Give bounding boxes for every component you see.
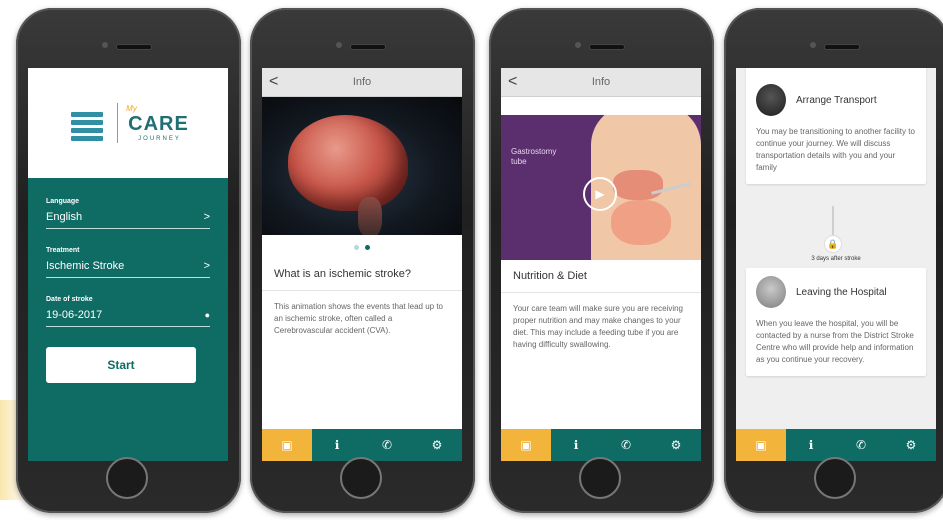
phone-1: My CARE JOURNEY Language English > Treat…: [16, 8, 241, 513]
tab-info[interactable]: ℹ: [786, 429, 836, 461]
language-value: English: [46, 211, 83, 223]
care-journey-logo: My CARE JOURNEY: [126, 104, 189, 142]
brain-image: [288, 115, 408, 211]
treatment-label: Treatment: [46, 247, 80, 254]
brain-stem-image: [358, 197, 382, 235]
logo-divider: [117, 103, 119, 143]
phone-icon: ✆: [855, 438, 867, 452]
transport-avatar: [756, 84, 786, 116]
camera: [336, 42, 342, 48]
back-icon[interactable]: <: [269, 73, 278, 91]
lock-icon: 🔒: [825, 236, 841, 252]
language-field[interactable]: Language English >: [46, 198, 210, 229]
timeline-card-leaving[interactable]: Leaving the Hospital When you leave the …: [746, 268, 926, 376]
briefcase-icon: ▣: [520, 438, 532, 452]
logo-my: My: [126, 104, 137, 113]
settings-panel: Language English > Treatment Ischemic St…: [28, 178, 228, 461]
phone-4-screen: Arrange Transport You may be transitioni…: [736, 68, 936, 461]
gear-icon: ⚙: [670, 438, 682, 452]
speaker: [116, 44, 152, 50]
video-player[interactable]: Gastrostomy tube ▶: [501, 115, 701, 260]
card-title: Leaving the Hospital: [796, 286, 887, 298]
card-body: You may be transitioning to another faci…: [756, 127, 915, 172]
briefcase-icon: ▣: [755, 438, 767, 452]
home-button[interactable]: [579, 457, 621, 499]
phone-2: < Info What is an ischemic stroke? This …: [250, 8, 475, 513]
tab-info[interactable]: ℹ: [551, 429, 601, 461]
back-icon[interactable]: <: [508, 73, 517, 91]
content-heading: Nutrition & Diet: [501, 260, 701, 293]
tab-briefcase[interactable]: ▣: [736, 429, 786, 461]
tab-briefcase[interactable]: ▣: [501, 429, 551, 461]
media-spacer: [501, 97, 701, 115]
language-label: Language: [46, 198, 80, 205]
tab-phone[interactable]: ✆: [601, 429, 651, 461]
phone-2-screen: < Info What is an ischemic stroke? This …: [262, 68, 462, 461]
tab-briefcase[interactable]: ▣: [262, 429, 312, 461]
gear-icon: ⚙: [431, 438, 443, 452]
days-label: 3 days after stroke: [811, 256, 861, 262]
date-of-stroke-field[interactable]: Date of stroke 19-06-2017 ●: [46, 296, 210, 327]
hospital-logo: [67, 98, 107, 148]
play-icon[interactable]: ▶: [583, 177, 617, 211]
logo-journey: JOURNEY: [138, 136, 181, 142]
video-caption: Gastrostomy tube: [511, 147, 557, 166]
camera: [575, 42, 581, 48]
app-logo: My CARE JOURNEY: [28, 68, 228, 178]
phone-1-screen: My CARE JOURNEY Language English > Treat…: [28, 68, 228, 461]
content-heading: What is an ischemic stroke?: [262, 258, 462, 291]
page-dot[interactable]: [354, 245, 359, 250]
screen-title: Info: [352, 76, 372, 88]
date-value: 19-06-2017: [46, 309, 103, 321]
content-body: Your care team will make sure you are re…: [513, 304, 684, 349]
chevron-right-icon: >: [203, 260, 210, 272]
card-body: When you leave the hospital, you will be…: [756, 319, 914, 364]
start-button[interactable]: Start: [46, 347, 196, 383]
tab-settings[interactable]: ⚙: [886, 429, 936, 461]
phone-3-screen: < Info Gastrostomy tube ▶ Nutrition & Di…: [501, 68, 701, 461]
camera: [102, 42, 108, 48]
chevron-right-icon: >: [203, 211, 210, 223]
phone-icon: ✆: [620, 438, 632, 452]
tab-phone[interactable]: ✆: [362, 429, 412, 461]
top-bar: < Info: [262, 68, 462, 97]
content-body: This animation shows the events that lea…: [274, 302, 443, 335]
date-label: Date of stroke: [46, 296, 93, 303]
logo-care: CARE: [128, 113, 189, 135]
speaker: [350, 44, 386, 50]
phone-4: Arrange Transport You may be transitioni…: [724, 8, 943, 513]
home-button[interactable]: [340, 457, 382, 499]
top-bar: < Info: [501, 68, 701, 97]
tab-settings[interactable]: ⚙: [412, 429, 462, 461]
intestine-illustration: [611, 200, 671, 245]
screen-title: Info: [591, 76, 611, 88]
tab-phone[interactable]: ✆: [836, 429, 886, 461]
timeline-card-transport[interactable]: Arrange Transport You may be transitioni…: [746, 68, 926, 184]
info-icon: ℹ: [573, 438, 579, 452]
nurse-avatar: [756, 276, 786, 308]
speaker: [824, 44, 860, 50]
phone-3: < Info Gastrostomy tube ▶ Nutrition & Di…: [489, 8, 714, 513]
info-icon: ℹ: [808, 438, 814, 452]
home-button[interactable]: [814, 457, 856, 499]
tab-info[interactable]: ℹ: [312, 429, 362, 461]
card-title: Arrange Transport: [796, 94, 877, 106]
gear-icon: ⚙: [905, 438, 917, 452]
calendar-icon: ●: [204, 310, 210, 320]
stomach-illustration: [613, 170, 663, 200]
phone-icon: ✆: [381, 438, 393, 452]
treatment-field[interactable]: Treatment Ischemic Stroke >: [46, 247, 210, 278]
treatment-value: Ischemic Stroke: [46, 260, 125, 272]
page-indicator: [262, 235, 462, 258]
home-button[interactable]: [106, 457, 148, 499]
camera: [810, 42, 816, 48]
briefcase-icon: ▣: [281, 438, 293, 452]
info-icon: ℹ: [334, 438, 340, 452]
brain-animation[interactable]: [262, 97, 462, 235]
tab-settings[interactable]: ⚙: [651, 429, 701, 461]
page-dot-active[interactable]: [365, 245, 370, 250]
speaker: [589, 44, 625, 50]
timeline-connector: [832, 206, 834, 236]
